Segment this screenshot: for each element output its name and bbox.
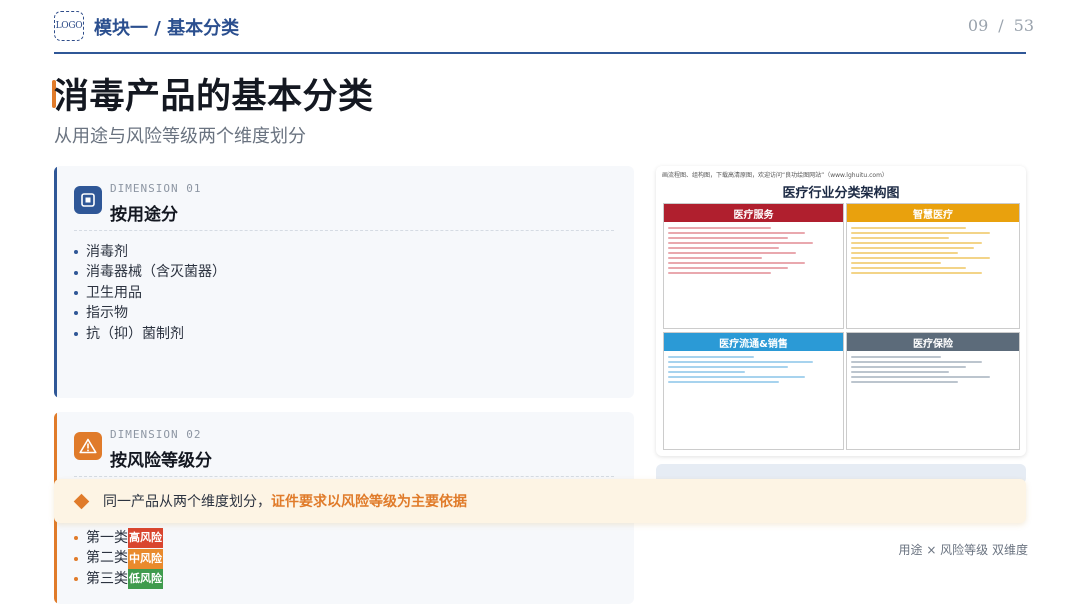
list-item: 第一类 高风险 — [74, 528, 163, 549]
classification-diagram-image: 画流程图、组构图，下载高清原图，欢迎访问“良功绘图网站”（www.lghuitu… — [656, 166, 1026, 456]
list-item: 抗（抑）菌制剂 — [74, 324, 226, 344]
usage-card-bar — [54, 166, 57, 398]
list-item: 卫生用品 — [74, 283, 226, 303]
usage-divider — [74, 230, 614, 231]
diagram-panel-title: 医疗流通&销售 — [664, 333, 843, 351]
slide-subtitle: 从用途与风险等级两个维度划分 — [54, 126, 306, 147]
diagram-panel-distribution: 医疗流通&销售 — [663, 332, 844, 450]
risk-dimension-label: DIMENSION 02 — [110, 428, 202, 441]
header-divider — [54, 52, 1026, 54]
banner-emphasis: 证件要求以风险等级为主要依据 — [271, 494, 467, 510]
diagram-note: 画流程图、组构图，下载高清原图，欢迎访问“良功绘图网站”（www.lghuitu… — [662, 172, 888, 179]
page-separator: / — [998, 16, 1004, 35]
usage-dimension-label: DIMENSION 01 — [110, 182, 202, 195]
key-point-banner: 同一产品从两个维度划分， 证件要求以风险等级为主要依据 — [54, 479, 1026, 523]
page-current: 09 — [967, 16, 989, 35]
square-target-icon — [74, 186, 102, 214]
page-total: 53 — [1013, 16, 1034, 35]
risk-tag-low: 低风险 — [128, 569, 163, 590]
module-breadcrumb: 模块一 / 基本分类 — [94, 18, 240, 39]
risk-divider — [74, 476, 614, 477]
diagram-panel-title: 医疗服务 — [664, 204, 843, 222]
risk-tag-high: 高风险 — [128, 528, 163, 549]
page-indicator: 09 / 53 — [968, 16, 1034, 35]
list-item: 消毒剂 — [74, 242, 226, 262]
diagram-panel-medical-service: 医疗服务 — [663, 203, 844, 329]
diagram-title: 医疗行业分类架构图 — [782, 186, 900, 201]
usage-card: DIMENSION 01 按用途分 消毒剂 消毒器械（含灭菌器） 卫生用品 指示… — [54, 166, 634, 398]
diagram-panel-title: 智慧医疗 — [847, 204, 1019, 222]
logo: LOGO — [54, 11, 84, 41]
diamond-icon — [73, 493, 90, 509]
list-item: 指示物 — [74, 303, 226, 323]
warning-triangle-icon — [74, 432, 102, 460]
diagram-panel-smart-medical: 智慧医疗 — [846, 203, 1020, 329]
diagram-panel-insurance: 医疗保险 — [846, 332, 1020, 450]
figure-caption: 用途 × 风险等级 双维度 — [898, 543, 1029, 557]
risk-list: 第一类 高风险 第二类 中风险 第三类 低风险 — [74, 528, 163, 590]
usage-list: 消毒剂 消毒器械（含灭菌器） 卫生用品 指示物 抗（抑）菌制剂 — [74, 242, 226, 344]
diagram-panel-title: 医疗保险 — [847, 333, 1019, 351]
risk-card-title: 按风险等级分 — [110, 451, 212, 471]
usage-card-title: 按用途分 — [110, 205, 178, 225]
list-item: 第二类 中风险 — [74, 548, 163, 569]
slide-title: 消毒产品的基本分类 — [54, 77, 374, 117]
list-item: 第三类 低风险 — [74, 569, 163, 590]
risk-tag-mid: 中风险 — [128, 548, 163, 569]
banner-text: 同一产品从两个维度划分， — [103, 494, 271, 510]
list-item: 消毒器械（含灭菌器） — [74, 262, 226, 282]
